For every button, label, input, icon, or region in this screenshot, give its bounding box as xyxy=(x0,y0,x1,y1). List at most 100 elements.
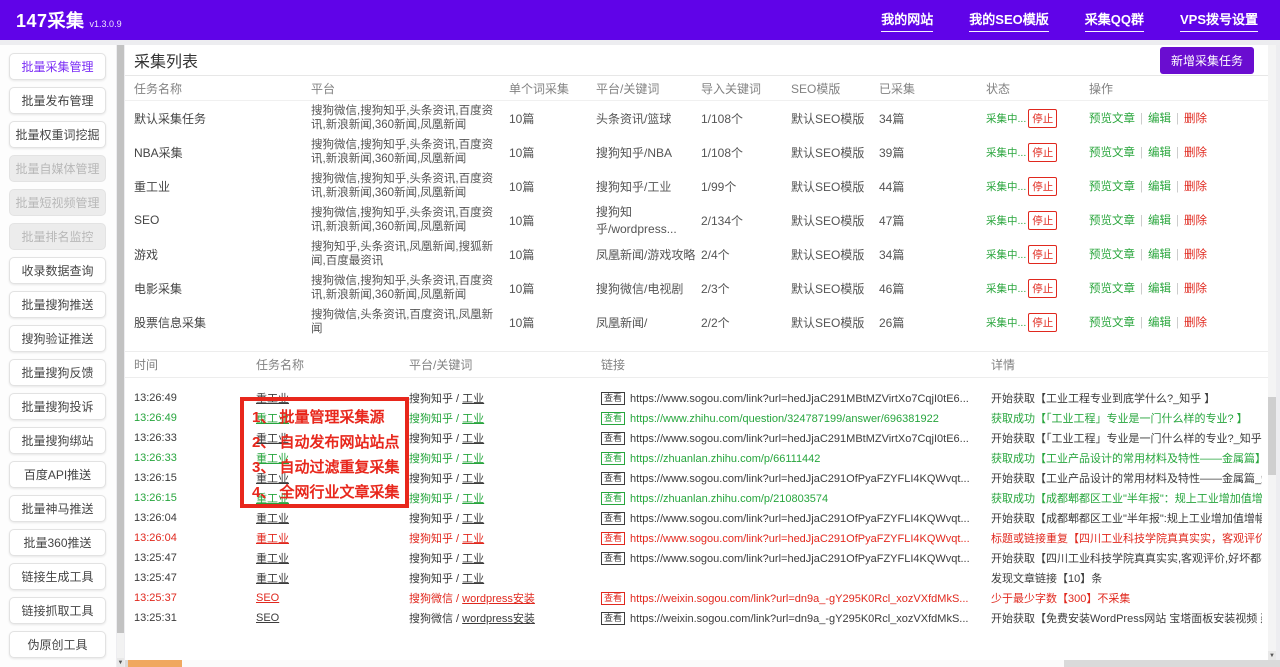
sidebar-item[interactable]: 批量神马推送 xyxy=(9,495,106,522)
view-badge[interactable]: 查看 xyxy=(601,412,625,425)
sidebar-item[interactable]: 批量360推送 xyxy=(9,529,106,556)
log-url-link[interactable]: https://www.sogou.com/link?url=hedJjaC29… xyxy=(630,533,970,545)
sidebar-item[interactable]: 链接抓取工具 xyxy=(9,597,106,624)
preview-article-link[interactable]: 预览文章 xyxy=(1089,283,1135,295)
log-task-link[interactable]: 重工业 xyxy=(256,570,409,586)
log-url-link[interactable]: https://www.sogou.com/link?url=hedJjaC29… xyxy=(630,473,970,485)
edit-link[interactable]: 编辑 xyxy=(1148,181,1171,193)
view-badge[interactable]: 查看 xyxy=(601,552,625,565)
log-url-link[interactable]: https://weixin.sogou.com/link?url=dn9a_-… xyxy=(630,593,968,605)
sidebar-item[interactable]: 批量权重词挖掘 xyxy=(9,121,106,148)
horizontal-scrollbar[interactable] xyxy=(125,660,1280,667)
delete-link[interactable]: 删除 xyxy=(1184,113,1207,125)
sidebar-item[interactable]: 批量发布管理 xyxy=(9,87,106,114)
stop-button[interactable]: 停止 xyxy=(1028,109,1057,128)
view-badge[interactable]: 查看 xyxy=(601,432,625,445)
log-keyword-link[interactable]: 工业 xyxy=(462,393,484,405)
edit-link[interactable]: 编辑 xyxy=(1148,249,1171,261)
main-scrollbar[interactable]: ▼ xyxy=(1268,45,1276,660)
delete-link[interactable]: 删除 xyxy=(1184,147,1207,159)
action-separator: | xyxy=(1140,147,1143,159)
log-task-link[interactable]: SEO xyxy=(256,592,409,604)
log-task-link[interactable]: SEO xyxy=(256,612,409,624)
log-url-link[interactable]: https://weixin.sogou.com/link?url=dn9a_-… xyxy=(630,613,968,625)
edit-link[interactable]: 编辑 xyxy=(1148,113,1171,125)
nav-item[interactable]: VPS拨号设置 xyxy=(1180,9,1258,32)
log-keyword-link[interactable]: 工业 xyxy=(462,433,484,445)
preview-article-link[interactable]: 预览文章 xyxy=(1089,215,1135,227)
log-keyword-link[interactable]: 工业 xyxy=(462,573,484,585)
stop-button[interactable]: 停止 xyxy=(1028,245,1057,264)
view-badge[interactable]: 查看 xyxy=(601,512,625,525)
new-task-button[interactable]: 新增采集任务 xyxy=(1160,47,1254,74)
preview-article-link[interactable]: 预览文章 xyxy=(1089,113,1135,125)
sidebar-item[interactable]: 批量采集管理 xyxy=(9,53,106,80)
log-keyword-link[interactable]: wordpress安装 xyxy=(462,613,535,625)
edit-link[interactable]: 编辑 xyxy=(1148,317,1171,329)
nav-item[interactable]: 我的网站 xyxy=(881,9,933,32)
log-task-link[interactable]: 重工业 xyxy=(256,510,409,526)
log-url-link[interactable]: https://www.sogou.com/link?url=hedJjaC29… xyxy=(630,553,970,565)
sidebar-item[interactable]: 收录数据查询 xyxy=(9,257,106,284)
stop-button[interactable]: 停止 xyxy=(1028,279,1057,298)
log-task-link[interactable]: 重工业 xyxy=(256,530,409,546)
edit-link[interactable]: 编辑 xyxy=(1148,147,1171,159)
header-nav: 我的网站 我的SEO模版 采集QQ群 VPS拨号设置 xyxy=(881,9,1258,32)
sidebar-item[interactable]: 批量搜狗投诉 xyxy=(9,393,106,420)
view-badge[interactable]: 查看 xyxy=(601,492,625,505)
sidebar-scrollbar[interactable]: ▼ xyxy=(117,45,124,667)
sidebar-item[interactable]: 批量搜狗推送 xyxy=(9,291,106,318)
stop-button[interactable]: 停止 xyxy=(1028,313,1057,332)
log-url-link[interactable]: https://zhuanlan.zhihu.com/p/210803574 xyxy=(630,493,828,505)
delete-link[interactable]: 删除 xyxy=(1184,283,1207,295)
log-keyword-link[interactable]: 工业 xyxy=(462,513,484,525)
sidebar-item[interactable]: 链接生成工具 xyxy=(9,563,106,590)
stop-button[interactable]: 停止 xyxy=(1028,143,1057,162)
preview-article-link[interactable]: 预览文章 xyxy=(1089,249,1135,261)
sidebar-scroll-down-icon[interactable]: ▼ xyxy=(117,658,124,667)
view-badge[interactable]: 查看 xyxy=(601,472,625,485)
delete-link[interactable]: 删除 xyxy=(1184,215,1207,227)
stop-button[interactable]: 停止 xyxy=(1028,211,1057,230)
log-keyword-link[interactable]: 工业 xyxy=(462,453,484,465)
log-task-link[interactable]: 重工业 xyxy=(256,550,409,566)
preview-article-link[interactable]: 预览文章 xyxy=(1089,317,1135,329)
log-url-link[interactable]: https://www.sogou.com/link?url=hedJjaC29… xyxy=(630,433,969,445)
log-url-link[interactable]: https://www.sogou.com/link?url=hedJjaC29… xyxy=(630,513,970,525)
edit-link[interactable]: 编辑 xyxy=(1148,283,1171,295)
sidebar-item[interactable]: 批量搜狗绑站 xyxy=(9,427,106,454)
log-url-link[interactable]: https://zhuanlan.zhihu.com/p/66111442 xyxy=(630,453,820,465)
log-url-link[interactable]: https://www.zhihu.com/question/324787199… xyxy=(630,413,939,425)
sidebar-item[interactable]: 百度API推送 xyxy=(9,461,106,488)
log-link-cell: 查看 https://www.sogou.com/link?url=hedJjaC… xyxy=(601,432,991,445)
nav-item[interactable]: 采集QQ群 xyxy=(1085,9,1144,32)
log-keyword-link[interactable]: 工业 xyxy=(462,533,484,545)
preview-article-link[interactable]: 预览文章 xyxy=(1089,147,1135,159)
view-badge[interactable]: 查看 xyxy=(601,452,625,465)
log-keyword-link[interactable]: wordpress安装 xyxy=(462,593,535,605)
preview-article-link[interactable]: 预览文章 xyxy=(1089,181,1135,193)
sidebar-item[interactable]: 批量搜狗反馈 xyxy=(9,359,106,386)
view-badge[interactable]: 查看 xyxy=(601,532,625,545)
main-scrollbar-thumb[interactable] xyxy=(1268,397,1276,475)
edit-link[interactable]: 编辑 xyxy=(1148,215,1171,227)
log-keyword-link[interactable]: 工业 xyxy=(462,473,484,485)
main-scroll-down-icon[interactable]: ▼ xyxy=(1268,651,1276,660)
nav-item[interactable]: 我的SEO模版 xyxy=(969,9,1048,32)
log-keyword-link[interactable]: 工业 xyxy=(462,493,484,505)
stop-button[interactable]: 停止 xyxy=(1028,177,1057,196)
view-badge[interactable]: 查看 xyxy=(601,392,625,405)
sidebar-scrollbar-thumb[interactable] xyxy=(117,45,124,633)
horizontal-scrollbar-thumb[interactable] xyxy=(182,660,1064,667)
sidebar-item[interactable]: 伪原创工具 xyxy=(9,631,106,658)
delete-link[interactable]: 删除 xyxy=(1184,249,1207,261)
log-keyword-link[interactable]: 工业 xyxy=(462,553,484,565)
delete-link[interactable]: 删除 xyxy=(1184,317,1207,329)
view-badge[interactable]: 查看 xyxy=(601,612,625,625)
view-badge[interactable]: 查看 xyxy=(601,592,625,605)
log-keyword-link[interactable]: 工业 xyxy=(462,413,484,425)
log-url-link[interactable]: https://www.sogou.com/link?url=hedJjaC29… xyxy=(630,393,969,405)
delete-link[interactable]: 删除 xyxy=(1184,181,1207,193)
annotation-line: 3、 自动过滤重复采集 xyxy=(252,455,405,480)
sidebar-item[interactable]: 搜狗验证推送 xyxy=(9,325,106,352)
